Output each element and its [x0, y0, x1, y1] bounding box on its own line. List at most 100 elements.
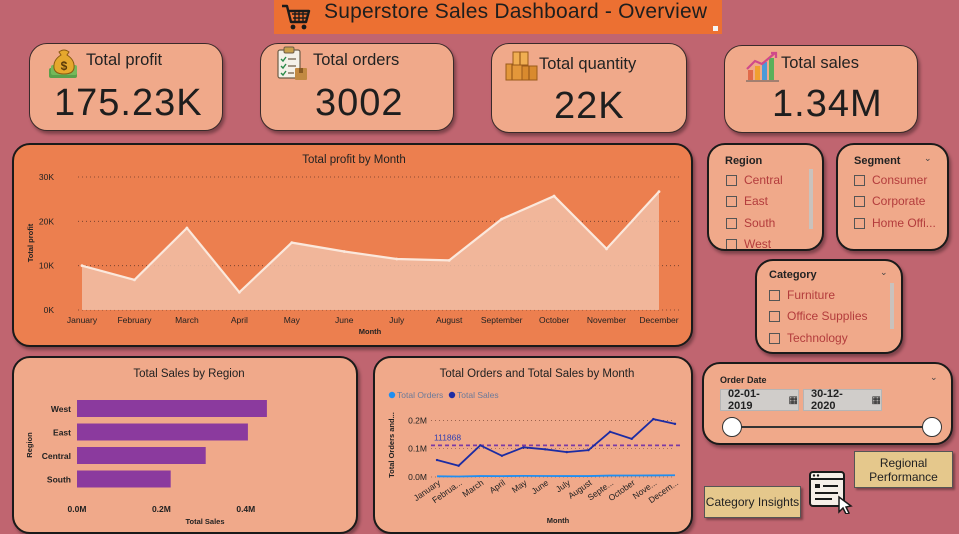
y-tick-label: South: [47, 475, 71, 485]
slicer-option-furniture[interactable]: Furniture: [769, 288, 835, 302]
calendar-icon[interactable]: ▦: [789, 395, 798, 406]
segment-slicer[interactable]: Segment ⌄ Consumer Corporate Home Offi..…: [836, 143, 949, 251]
option-label: South: [744, 216, 776, 230]
x-tick-label: 0.2M: [152, 504, 171, 514]
money-bag-icon: $: [49, 49, 77, 78]
category-insights-button[interactable]: Category Insights: [704, 486, 801, 518]
chevron-down-icon[interactable]: ⌄: [924, 153, 932, 164]
scrollbar[interactable]: [890, 283, 894, 329]
chevron-down-icon[interactable]: ⌄: [880, 267, 888, 278]
button-label: Regional Performance: [869, 455, 938, 484]
clipboard-checklist-icon: [277, 46, 307, 80]
calendar-icon[interactable]: ▦: [872, 395, 881, 406]
option-label: Home Offi...: [872, 216, 936, 230]
checkbox[interactable]: [726, 238, 737, 249]
x-axis-title: Total Sales: [185, 517, 224, 526]
checkbox[interactable]: [769, 289, 780, 301]
date-range-end-handle[interactable]: [922, 417, 942, 437]
scrollbar[interactable]: [809, 169, 813, 229]
kpi-card-total-orders[interactable]: Total orders 3002: [260, 43, 454, 131]
slicer-option-technology[interactable]: Technology: [769, 331, 848, 345]
y-tick-label: 0.2M: [408, 415, 427, 425]
sales-point: [457, 464, 460, 467]
slicer-option-home-office[interactable]: Home Offi...: [854, 216, 936, 230]
boxes-icon: [505, 51, 538, 81]
checkbox[interactable]: [769, 310, 780, 322]
region-bar: [77, 447, 206, 464]
x-axis-title: Month: [359, 327, 382, 336]
slicer-option-office-supplies[interactable]: Office Supplies: [769, 309, 868, 323]
button-label: Category Insights: [705, 495, 800, 509]
kpi-label: Total quantity: [539, 55, 637, 73]
x-tick-label: November: [587, 315, 626, 325]
date-range-start-handle[interactable]: [722, 417, 742, 437]
svg-text:$: $: [61, 59, 68, 73]
chart-title: Total Orders and Total Sales by Month: [440, 368, 635, 380]
checkbox[interactable]: [726, 217, 737, 229]
checkbox[interactable]: [854, 195, 865, 207]
chart-title: Total Sales by Region: [133, 368, 244, 380]
sales-point: [652, 417, 655, 421]
option-label: Corporate: [872, 194, 926, 208]
x-tick-label: 0.0M: [68, 504, 87, 514]
category-slicer[interactable]: Category ⌄ Furniture Office Supplies Tec…: [755, 259, 903, 354]
option-label: East: [744, 194, 769, 208]
sales-point: [565, 450, 569, 454]
profit-point: [237, 290, 241, 294]
kpi-card-total-profit[interactable]: $ Total profit 175.23K: [29, 43, 223, 131]
slicer-option-east[interactable]: East: [726, 194, 768, 208]
sales-by-region-chart[interactable]: Total Sales by Region West East Central Sout…: [12, 356, 358, 534]
y-tick-label: 0.1M: [408, 444, 427, 454]
regional-performance-button[interactable]: Regional Performance: [854, 451, 953, 488]
checkbox[interactable]: [854, 217, 865, 229]
profit-point: [552, 194, 556, 198]
slicer-title: Region: [725, 155, 763, 167]
slicer-option-consumer[interactable]: Consumer: [854, 173, 927, 187]
profit-by-month-chart[interactable]: Total profit by Month 0K 10K 20K 30K January F…: [12, 143, 693, 347]
kpi-card-total-quantity[interactable]: Total quantity 22K: [491, 43, 687, 133]
sales-point: [543, 448, 547, 451]
checkbox[interactable]: [854, 174, 865, 186]
y-axis-title: Total Orders and...: [387, 412, 396, 478]
kpi-card-total-sales[interactable]: Total sales 1.34M: [724, 45, 918, 133]
end-date-input[interactable]: 30-12-2020 ▦: [803, 388, 882, 412]
profit-point: [605, 247, 608, 251]
y-tick-label: 30K: [39, 172, 54, 182]
orders-sales-line-chart: Total Orders and Total Sales by Month Tot…: [387, 368, 683, 525]
resize-handle: [713, 26, 718, 31]
slicer-option-west[interactable]: West: [726, 237, 771, 249]
profit-point: [185, 226, 189, 230]
region-bar: [77, 400, 267, 417]
start-date-value: 02-01-2019: [728, 388, 760, 412]
region-slicer[interactable]: Region Central East South West: [707, 143, 824, 251]
order-date-slicer[interactable]: Order Date ⌄ 02-01-2019 ▦ 30-12-2020 ▦: [702, 362, 953, 445]
slicer-title: Order Date: [720, 375, 767, 385]
checkbox[interactable]: [726, 174, 737, 186]
start-date-input[interactable]: 02-01-2019 ▦: [720, 388, 799, 412]
checkbox[interactable]: [769, 332, 780, 344]
orders-line: [436, 474, 676, 478]
page-title: Superstore Sales Dashboard - Overview: [324, 0, 708, 23]
x-tick-label: March: [460, 477, 485, 499]
x-tick-label: February: [117, 315, 152, 325]
date-range-track[interactable]: [731, 426, 931, 428]
region-bar-chart: Total Sales by Region West East Central Sout…: [25, 368, 267, 526]
slicer-option-central[interactable]: Central: [726, 173, 783, 187]
sales-point: [608, 430, 612, 433]
bar-chart-growth-icon: [746, 51, 779, 82]
slicer-option-corporate[interactable]: Corporate: [854, 194, 925, 208]
report-cursor-icon[interactable]: [808, 470, 854, 514]
sales-point: [587, 448, 590, 452]
x-tick-label: June: [529, 477, 550, 496]
chevron-down-icon[interactable]: ⌄: [930, 372, 938, 383]
region-bar: [77, 470, 171, 488]
slicer-title: Category: [769, 269, 817, 281]
sales-point: [522, 446, 525, 449]
y-tick-label: 0K: [44, 305, 55, 315]
y-tick-label: East: [53, 428, 71, 438]
slicer-option-south[interactable]: South: [726, 216, 775, 230]
slicer-title: Segment: [854, 155, 901, 167]
profit-point: [80, 264, 84, 268]
orders-sales-by-month-chart[interactable]: Total Orders and Total Sales by Month Tot…: [373, 356, 693, 534]
checkbox[interactable]: [726, 195, 737, 207]
